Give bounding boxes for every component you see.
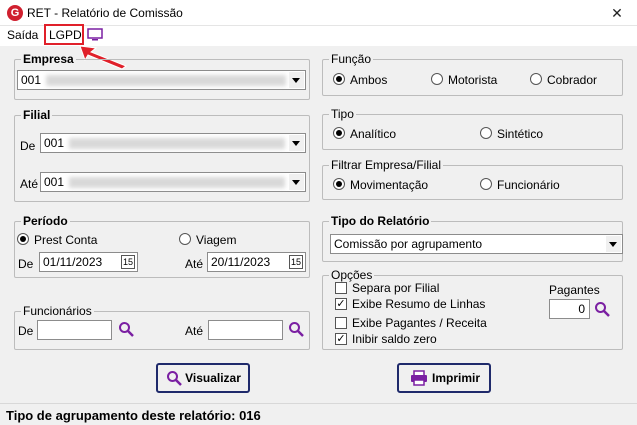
filial-ate-value: 001 — [44, 175, 65, 189]
title-bar: G RET - Relatório de Comissão ✕ — [0, 0, 637, 26]
tipo-legend: Tipo — [331, 107, 354, 121]
opcao-label: Exibe Resumo de Linhas — [352, 297, 486, 311]
filtrar-funcionario-radio[interactable] — [480, 178, 492, 190]
search-icon[interactable] — [594, 301, 610, 317]
pagantes-label: Pagantes — [549, 283, 600, 297]
visualizar-button[interactable]: Visualizar — [156, 363, 250, 393]
periodo-de-value: 01/11/2023 — [43, 255, 103, 269]
empresa-value: 001 — [21, 73, 42, 87]
tipo-relatorio-legend: Tipo do Relatório — [331, 214, 430, 228]
empresa-combo[interactable]: 001 — [17, 70, 306, 90]
imprimir-button[interactable]: Imprimir — [397, 363, 491, 393]
opcoes-legend: Opções — [331, 268, 373, 282]
exibe-resumo-checkbox[interactable]: ✓ — [335, 298, 347, 310]
opcao-label: Separa por Filial — [352, 281, 440, 295]
window-title: RET - Relatório de Comissão — [27, 6, 183, 20]
periodo-ate-value: 20/11/2023 — [211, 255, 271, 269]
tipo-relatorio-combo[interactable]: Comissão por agrupamento — [330, 234, 623, 254]
tipo-option-label: Analítico — [350, 127, 397, 141]
tipo-relatorio-value: Comissão por agrupamento — [334, 237, 483, 251]
pagantes-field[interactable]: 0 — [549, 299, 590, 319]
filial-ate-combo[interactable]: 001 — [40, 172, 306, 192]
tipo-option-label: Sintético — [497, 127, 544, 141]
periodo-ate-label: Até — [185, 257, 204, 271]
calendar-icon[interactable]: 15 — [289, 255, 303, 269]
calendar-icon[interactable]: 15 — [121, 255, 135, 269]
separa-filial-checkbox[interactable] — [335, 282, 347, 294]
filtrar-option-label: Movimentação — [350, 178, 429, 192]
periodo-ate-date[interactable]: 20/11/2023 15 — [207, 252, 306, 272]
pagantes-value: 0 — [578, 302, 585, 316]
periodo-option-label: Viagem — [196, 233, 237, 247]
filial-de-value: 001 — [44, 136, 65, 150]
opcao-label: Inibir saldo zero — [352, 332, 437, 346]
chevron-down-icon[interactable] — [289, 135, 304, 151]
inibir-saldo-checkbox[interactable]: ✓ — [335, 333, 347, 345]
chevron-down-icon[interactable] — [289, 72, 304, 88]
periodo-viagem-radio[interactable] — [179, 233, 191, 245]
periodo-option-label: Prest Conta — [34, 233, 98, 247]
periodo-de-label: De — [18, 257, 34, 271]
filtrar-option-label: Funcionário — [497, 178, 560, 192]
filial-de-combo[interactable]: 001 — [40, 133, 306, 153]
funcao-motorista-radio[interactable] — [431, 73, 443, 85]
funcionarios-ate-label: Até — [185, 324, 204, 338]
chevron-down-icon[interactable] — [289, 174, 304, 190]
status-bar: Tipo de agrupamento deste relatório: 016 — [0, 403, 637, 425]
filtrar-legend: Filtrar Empresa/Filial — [331, 158, 442, 172]
funcionarios-de-label: De — [18, 324, 34, 338]
visualizar-label: Visualizar — [185, 371, 241, 385]
search-icon[interactable] — [288, 321, 304, 337]
app-logo-icon: G — [7, 5, 23, 21]
chevron-down-icon[interactable] — [606, 236, 621, 252]
filial-legend: Filial — [23, 108, 51, 122]
imprimir-label: Imprimir — [431, 371, 480, 385]
redacted-text — [46, 75, 286, 86]
exibe-pagantes-checkbox[interactable] — [335, 317, 347, 329]
funcao-ambos-radio[interactable] — [333, 73, 345, 85]
filial-de-label: De — [20, 139, 36, 153]
lgpd-highlight-box — [44, 24, 84, 45]
funcao-option-label: Motorista — [448, 73, 498, 87]
funcionarios-legend: Funcionários — [23, 304, 92, 318]
funcionarios-de-field[interactable] — [37, 320, 112, 340]
funcionarios-ate-field[interactable] — [208, 320, 283, 340]
search-icon[interactable] — [118, 321, 134, 337]
filtrar-movimentacao-radio[interactable] — [333, 178, 345, 190]
close-button[interactable]: ✕ — [597, 0, 637, 26]
funcao-cobrador-radio[interactable] — [530, 73, 542, 85]
tipo-analitico-radio[interactable] — [333, 127, 345, 139]
menu-saida[interactable]: Saída — [7, 28, 38, 42]
opcao-label: Exibe Pagantes / Receita — [352, 316, 487, 330]
empresa-legend: Empresa — [23, 52, 74, 66]
monitor-icon[interactable] — [87, 28, 103, 41]
periodo-de-date[interactable]: 01/11/2023 15 — [39, 252, 138, 272]
tipo-sintetico-radio[interactable] — [480, 127, 492, 139]
redacted-text — [69, 177, 285, 188]
funcao-option-label: Ambos — [350, 73, 388, 87]
filial-ate-label: Até — [20, 177, 39, 191]
periodo-prestconta-radio[interactable] — [17, 233, 29, 245]
funcao-option-label: Cobrador — [547, 73, 598, 87]
periodo-legend: Período — [23, 214, 68, 228]
funcao-legend: Função — [331, 52, 372, 66]
redacted-text — [69, 138, 285, 149]
status-text: Tipo de agrupamento deste relatório: 016 — [6, 408, 261, 423]
